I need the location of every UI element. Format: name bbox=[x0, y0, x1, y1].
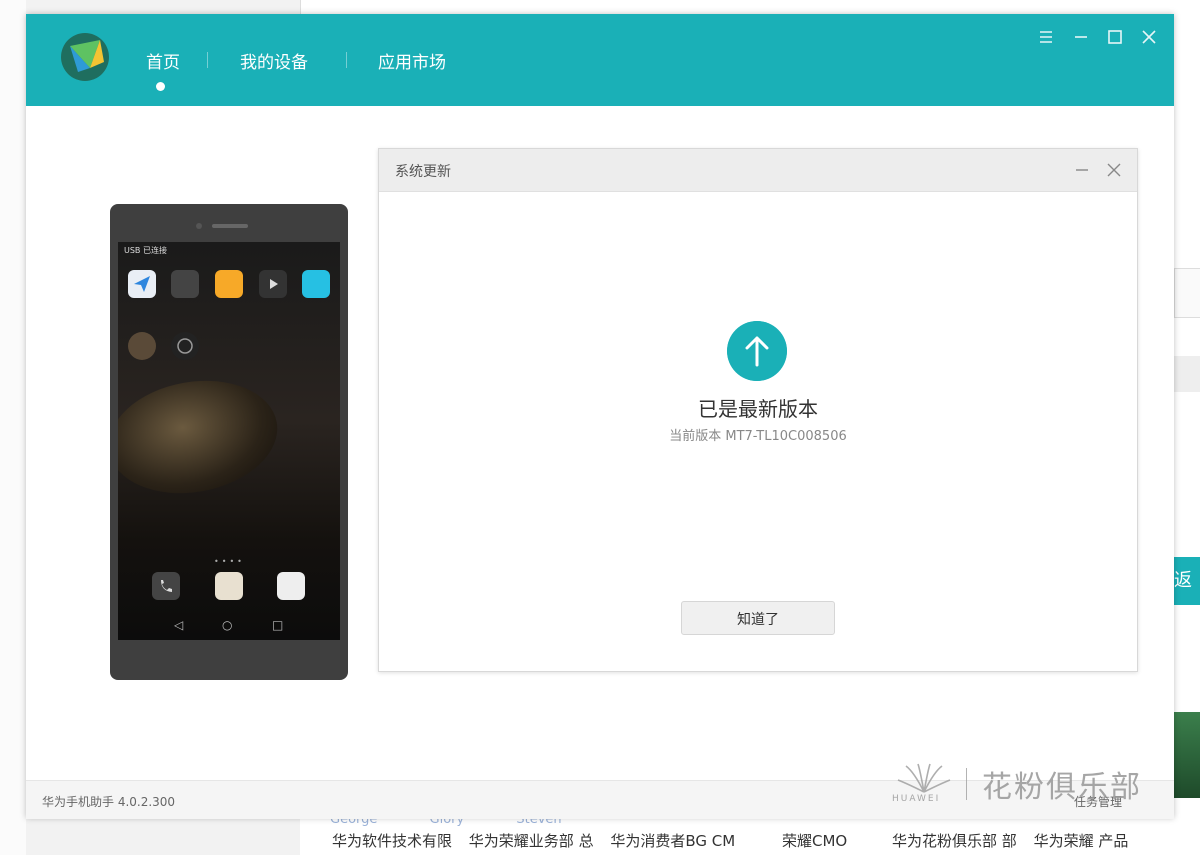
back-nav-icon: ◁ bbox=[174, 618, 184, 632]
background-page-left bbox=[0, 0, 26, 855]
life-service-app-icon bbox=[215, 270, 243, 298]
task-manager-link[interactable]: 任务管理 bbox=[1074, 793, 1122, 810]
recents-nav-icon: □ bbox=[272, 618, 284, 632]
dialog-minimize-icon[interactable] bbox=[1073, 161, 1091, 179]
phone-camera bbox=[196, 223, 202, 229]
tab-home[interactable]: 首页 bbox=[146, 48, 180, 73]
phone-screen: USB 已连接 •••• ◁ ○ □ bbox=[118, 242, 340, 640]
page-indicator: •••• bbox=[214, 557, 245, 566]
update-status-text: 已是最新版本 bbox=[698, 397, 818, 421]
phone-speaker bbox=[212, 224, 248, 228]
tab-app-market[interactable]: 应用市场 bbox=[378, 48, 446, 73]
background-return-button[interactable]: 返回 bbox=[1174, 557, 1200, 605]
maximize-icon[interactable] bbox=[1102, 24, 1128, 50]
app-version-text: 华为手机助手 4.0.2.300 bbox=[42, 795, 176, 809]
up-arrow-icon bbox=[727, 321, 787, 381]
background-label: 荣耀CMO bbox=[781, 832, 848, 850]
dialog-header[interactable]: 系统更新 bbox=[379, 149, 1137, 192]
hisuite-logo bbox=[61, 33, 109, 81]
screen: 返回 George Glory Steven 华为软件技术有限 华为荣耀业务部 … bbox=[0, 0, 1200, 855]
background-return-label: 返回 bbox=[1174, 570, 1192, 591]
background-label: 华为荣耀 产品 bbox=[1033, 832, 1129, 850]
title-bar[interactable]: 首页 我的设备 应用市场 bbox=[26, 14, 1174, 106]
browser-icon bbox=[215, 572, 243, 600]
background-panel bbox=[1174, 356, 1200, 392]
background-labels-row: 华为软件技术有限 华为荣耀业务部 总 华为消费者BG CM 荣耀CMO 华为花粉… bbox=[332, 830, 1200, 852]
nav-divider bbox=[207, 52, 208, 68]
background-label: 华为荣耀业务部 总 bbox=[468, 832, 594, 850]
hisuite-window: 首页 我的设备 应用市场 USB 已连接 •••• ◁ ○ □ 系统更新 已是最… bbox=[26, 14, 1174, 819]
menu-icon[interactable] bbox=[1033, 24, 1059, 50]
navigation-app-icon bbox=[128, 270, 156, 298]
got-it-button[interactable]: 知道了 bbox=[681, 601, 835, 635]
background-label: 华为消费者BG CM bbox=[610, 832, 736, 850]
nav-divider bbox=[346, 52, 347, 68]
status-footer: 华为手机助手 4.0.2.300 任务管理 bbox=[26, 780, 1174, 819]
current-version-text: 当前版本 MT7-TL10C008506 bbox=[669, 429, 847, 444]
video-app-icon bbox=[259, 270, 287, 298]
tab-my-devices[interactable]: 我的设备 bbox=[240, 48, 308, 73]
vinyl-wallpaper bbox=[118, 368, 287, 506]
active-tab-indicator bbox=[156, 82, 165, 91]
background-thumbnail bbox=[1174, 712, 1200, 798]
background-input-box bbox=[1174, 268, 1200, 318]
dialog-title: 系统更新 bbox=[395, 164, 451, 180]
phone-dialer-icon bbox=[152, 572, 180, 600]
system-update-dialog: 系统更新 已是最新版本 当前版本 MT7-TL10C008506 知道了 bbox=[378, 148, 1138, 672]
clock-app-icon bbox=[171, 270, 199, 298]
minimize-icon[interactable] bbox=[1068, 24, 1094, 50]
camera-app-icon bbox=[171, 332, 199, 360]
home-nav-icon: ○ bbox=[222, 618, 233, 632]
dialog-close-icon[interactable] bbox=[1105, 161, 1123, 179]
background-label: 华为软件技术有限 bbox=[332, 832, 453, 850]
background-page-top bbox=[300, 0, 1175, 14]
music-app-icon bbox=[128, 332, 156, 360]
phone-preview: USB 已连接 •••• ◁ ○ □ bbox=[110, 204, 348, 680]
phone-manager-app-icon bbox=[302, 270, 330, 298]
close-icon[interactable] bbox=[1136, 24, 1162, 50]
messages-icon bbox=[277, 572, 305, 600]
phone-status-text: USB 已连接 bbox=[124, 246, 167, 255]
background-label: 华为花粉俱乐部 部 bbox=[892, 832, 1017, 850]
